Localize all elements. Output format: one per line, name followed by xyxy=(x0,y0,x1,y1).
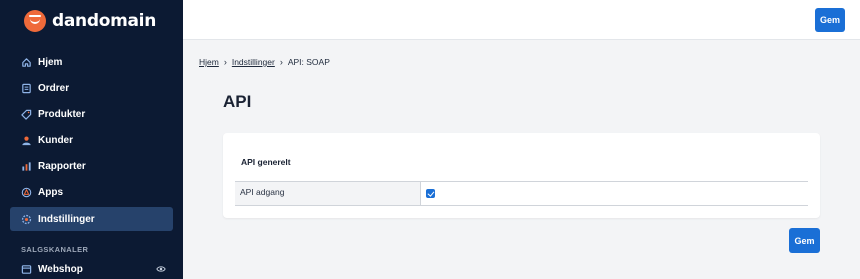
orders-icon xyxy=(21,83,32,94)
sidebar-item-label: Indstillinger xyxy=(38,213,95,225)
sidebar-item-label: Webshop xyxy=(38,263,83,275)
chevron-right-icon: › xyxy=(279,57,283,67)
sidebar-item-produkter[interactable]: Produkter xyxy=(10,102,173,126)
sales-channels-heading: SALGSKANALER xyxy=(21,245,89,254)
chevron-right-icon: › xyxy=(223,57,227,67)
sidebar-item-label: Apps xyxy=(38,187,63,199)
breadcrumb-current: API: SOAP xyxy=(287,57,330,67)
apps-icon xyxy=(21,187,32,198)
breadcrumb-home-link[interactable]: Hjem xyxy=(199,57,219,67)
api-general-card: API generelt API adgang xyxy=(223,133,820,218)
brand-name: dandomain xyxy=(52,11,157,31)
sidebar-item-kunder[interactable]: Kunder xyxy=(10,129,173,153)
api-access-checkbox[interactable] xyxy=(426,189,435,198)
sidebar-item-rapporter[interactable]: Rapporter xyxy=(10,155,173,179)
breadcrumb-settings-link[interactable]: Indstillinger xyxy=(232,57,275,67)
sidebar-item-label: Kunder xyxy=(38,135,73,147)
sidebar-nav: Hjem Ordrer Produkter Kunder Rapporter A… xyxy=(10,50,173,233)
sidebar-item-hjem[interactable]: Hjem xyxy=(10,50,173,74)
eye-icon[interactable] xyxy=(156,264,166,274)
row-divider xyxy=(420,182,421,205)
tag-icon xyxy=(21,109,32,120)
sidebar-item-label: Rapporter xyxy=(38,161,86,173)
sidebar: dandomain Hjem Ordrer Produkter Kunder R… xyxy=(0,0,183,279)
sidebar-item-apps[interactable]: Apps xyxy=(10,181,173,205)
card-title: API generelt xyxy=(241,157,291,167)
store-icon xyxy=(21,264,32,275)
save-button-bottom[interactable]: Gem xyxy=(789,228,820,253)
person-icon xyxy=(21,135,32,146)
sidebar-item-label: Hjem xyxy=(38,56,63,68)
brand-logo[interactable]: dandomain xyxy=(24,9,156,33)
sidebar-item-ordrer[interactable]: Ordrer xyxy=(10,76,173,100)
sidebar-item-label: Produkter xyxy=(38,108,86,120)
api-access-row: API adgang xyxy=(235,181,808,206)
api-access-label: API adgang xyxy=(235,182,420,205)
home-icon xyxy=(21,57,32,68)
top-bar: Gem xyxy=(183,0,860,40)
sidebar-item-webshop[interactable]: Webshop xyxy=(10,259,173,279)
page-title: API xyxy=(223,92,252,111)
save-button[interactable]: Gem xyxy=(815,8,845,32)
sidebar-item-label: Ordrer xyxy=(38,82,70,94)
sidebar-item-indstillinger[interactable]: Indstillinger xyxy=(10,207,173,232)
breadcrumb: Hjem › Indstillinger › API: SOAP xyxy=(199,57,330,67)
bar-chart-icon xyxy=(21,161,32,172)
dandomain-logo-icon xyxy=(24,10,46,32)
settings-icon xyxy=(21,214,32,225)
